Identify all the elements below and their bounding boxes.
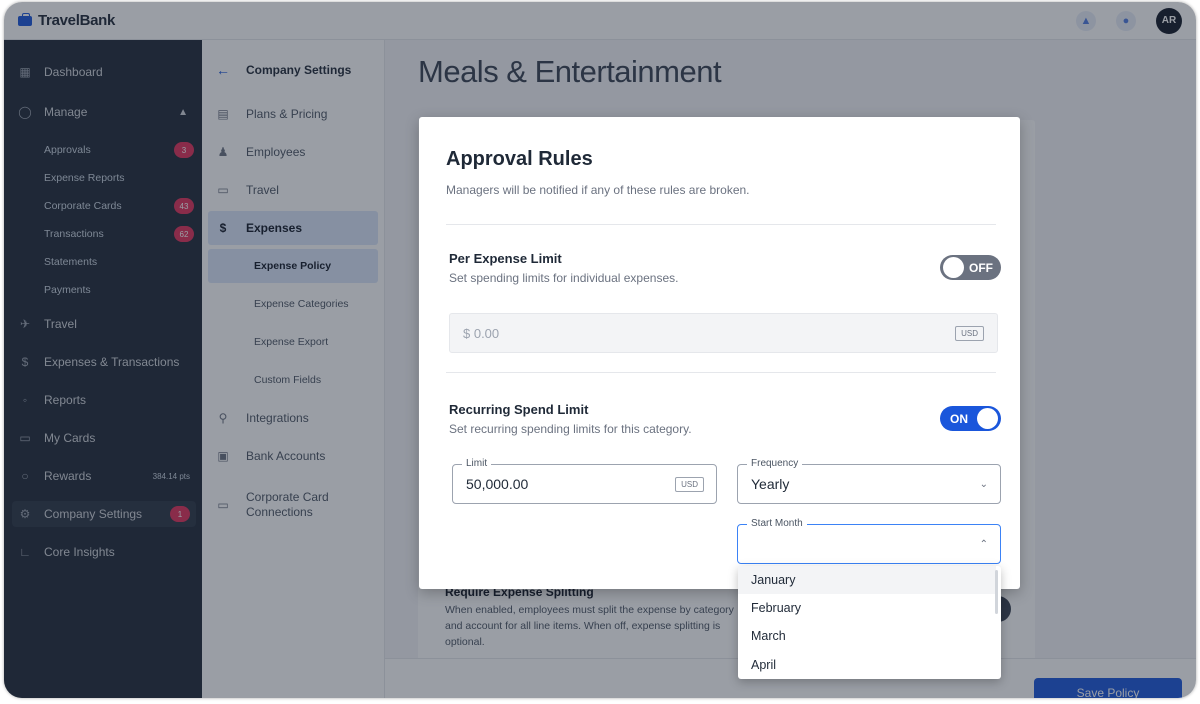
toggle-knob	[943, 257, 964, 278]
recurring-spend-limit-description: Set recurring spending limits for this c…	[449, 422, 692, 436]
start-month-select[interactable]: Start Month ⌃	[737, 518, 1001, 564]
approval-rules-modal: Approval Rules Managers will be notified…	[419, 117, 1020, 589]
month-option-january[interactable]: January	[738, 566, 996, 594]
recurring-spend-limit-toggle[interactable]: ON	[940, 406, 1001, 431]
recurring-spend-limit-title: Recurring Spend Limit	[449, 402, 589, 417]
per-expense-amount-input: $ 0.00 USD	[449, 313, 998, 353]
per-expense-limit-title: Per Expense Limit	[449, 251, 562, 266]
divider	[446, 372, 996, 373]
limit-label: Limit	[462, 458, 492, 470]
limit-input[interactable]: Limit 50,000.00 USD	[452, 458, 717, 504]
currency-tag: USD	[675, 476, 704, 492]
dropdown-scrollbar[interactable]	[995, 570, 998, 614]
modal-subtitle: Managers will be notified if any of thes…	[446, 183, 750, 197]
divider	[446, 224, 996, 225]
chevron-down-icon: ⌄	[979, 478, 988, 490]
month-option-february[interactable]: February	[738, 594, 996, 622]
start-month-dropdown: January February March April	[738, 566, 1001, 679]
chevron-up-icon: ⌃	[979, 538, 988, 550]
currency-tag: USD	[955, 325, 984, 341]
modal-title: Approval Rules	[446, 148, 593, 170]
month-option-april[interactable]: April	[738, 651, 996, 679]
month-option-march[interactable]: March	[738, 622, 996, 650]
frequency-label: Frequency	[747, 458, 803, 470]
start-month-label: Start Month	[747, 518, 807, 530]
frequency-select[interactable]: Frequency Yearly ⌄	[737, 458, 1001, 504]
per-expense-limit-description: Set spending limits for individual expen…	[449, 271, 679, 285]
per-expense-limit-toggle[interactable]: OFF	[940, 255, 1001, 280]
toggle-knob	[977, 408, 998, 429]
